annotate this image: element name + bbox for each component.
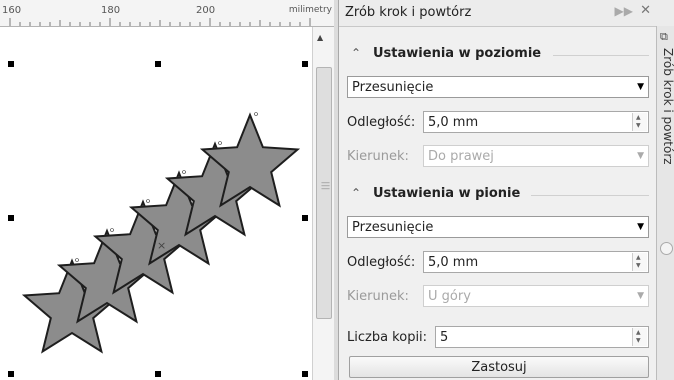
ruler-ticks [9,18,311,26]
dropdown-arrow-icon[interactable]: ▼ [637,151,644,161]
section-divider [531,195,649,196]
docker-tab-icon[interactable]: ⧉ [660,30,668,44]
vertical-distance-label: Odległość: [347,255,416,270]
vertical-direction-label: Kierunek: [347,289,409,304]
spin-up-icon[interactable]: ▲ [636,254,641,261]
vertical-direction-value: U góry [428,289,471,304]
spin-down-icon[interactable]: ▼ [636,122,641,129]
selection-handle-top-center[interactable] [155,61,161,67]
selection-handle-bottom-left[interactable] [8,371,14,377]
apply-button-label: Zastosuj [471,360,527,375]
docker-titlebar: Zrób krok i powtórz ▶▶ ✕ [339,0,657,27]
scroll-up-arrow-icon[interactable]: ▲ [317,33,323,42]
ruler-label-160: 160 [2,5,22,16]
workspace[interactable]: × [0,27,312,380]
spin-down-icon[interactable]: ▼ [636,337,641,344]
ruler-label-180: 180 [101,5,121,16]
vertical-distance-value: 5,0 mm [428,255,479,270]
section-title-vertical: Ustawienia w pionie [373,186,521,201]
docker-title: Zrób krok i powtórz [345,5,472,20]
collapse-arrows-icon[interactable]: ▶▶ [615,4,633,18]
spin-down-icon[interactable]: ▼ [636,262,641,269]
docker-tab-strip: ⧉ Zrób krok i powtórz [656,26,674,380]
dropdown-arrow-icon[interactable]: ▼ [637,82,644,92]
selection-handle-bottom-right[interactable] [302,371,308,377]
section-header-vertical[interactable]: ⌃ Ustawienia w pionie [351,186,651,206]
horizontal-direction-label: Kierunek: [347,149,409,164]
center-x-marker: × [157,239,166,252]
vertical-mode-select[interactable]: Przesunięcie ▼ [347,216,649,238]
collapse-chevron-icon[interactable]: ⌃ [351,186,361,200]
vertical-scrollbar[interactable]: ▲ — — — [312,27,335,380]
horizontal-direction-value: Do prawej [428,149,494,164]
star-group[interactable]: × [0,27,312,380]
vertical-distance-field[interactable]: 5,0 mm ▲ ▼ [423,251,649,273]
copies-spinner[interactable]: ▲ ▼ [632,328,647,346]
horizontal-distance-field[interactable]: 5,0 mm ▲ ▼ [423,111,649,133]
selection-handle-middle-left[interactable] [8,215,14,221]
horizontal-direction-select[interactable]: Do prawej ▼ [423,145,649,167]
section-title-horizontal: Ustawienia w poziomie [373,46,542,61]
section-divider [553,55,649,56]
drawing-canvas-area: 160 180 200 milimetry × ▲ — — — [0,0,338,380]
horizontal-ruler[interactable]: 160 180 200 milimetry [0,0,338,27]
copies-value: 5 [440,330,449,345]
scrollbar-thumb[interactable]: — — — [316,67,332,319]
selection-handle-top-right[interactable] [302,61,308,67]
section-header-horizontal[interactable]: ⌃ Ustawienia w poziomie [351,46,651,66]
copies-field[interactable]: 5 ▲ ▼ [435,326,649,348]
step-and-repeat-docker: Zrób krok i powtórz ▶▶ ✕ ⌃ Ustawienia w … [338,0,657,380]
close-icon[interactable]: ✕ [640,3,651,18]
copies-label: Liczba kopii: [347,330,428,345]
spin-up-icon[interactable]: ▲ [636,329,641,336]
vertical-distance-spinner[interactable]: ▲ ▼ [632,253,647,271]
horizontal-distance-spinner[interactable]: ▲ ▼ [632,113,647,131]
vertical-direction-select[interactable]: U góry ▼ [423,285,649,307]
vertical-mode-value: Przesunięcie [352,220,434,235]
horizontal-distance-value: 5,0 mm [428,115,479,130]
horizontal-mode-value: Przesunięcie [352,80,434,95]
docker-tab-circle-icon[interactable] [660,242,673,255]
collapse-chevron-icon[interactable]: ⌃ [351,46,361,60]
selection-handle-bottom-center[interactable] [155,371,161,377]
grip-icon: — — — [321,178,330,194]
apply-button[interactable]: Zastosuj [349,356,649,378]
horizontal-mode-select[interactable]: Przesunięcie ▼ [347,76,649,98]
dropdown-arrow-icon[interactable]: ▼ [637,222,644,232]
horizontal-distance-label: Odległość: [347,115,416,130]
ruler-label-200: 200 [196,5,216,16]
selection-handle-middle-right[interactable] [302,215,308,221]
docker-tab-step-and-repeat[interactable]: Zrób krok i powtórz [661,48,674,165]
spin-up-icon[interactable]: ▲ [636,114,641,121]
dropdown-arrow-icon[interactable]: ▼ [637,291,644,301]
selection-handle-top-left[interactable] [8,61,14,67]
ruler-unit: milimetry [288,5,332,15]
